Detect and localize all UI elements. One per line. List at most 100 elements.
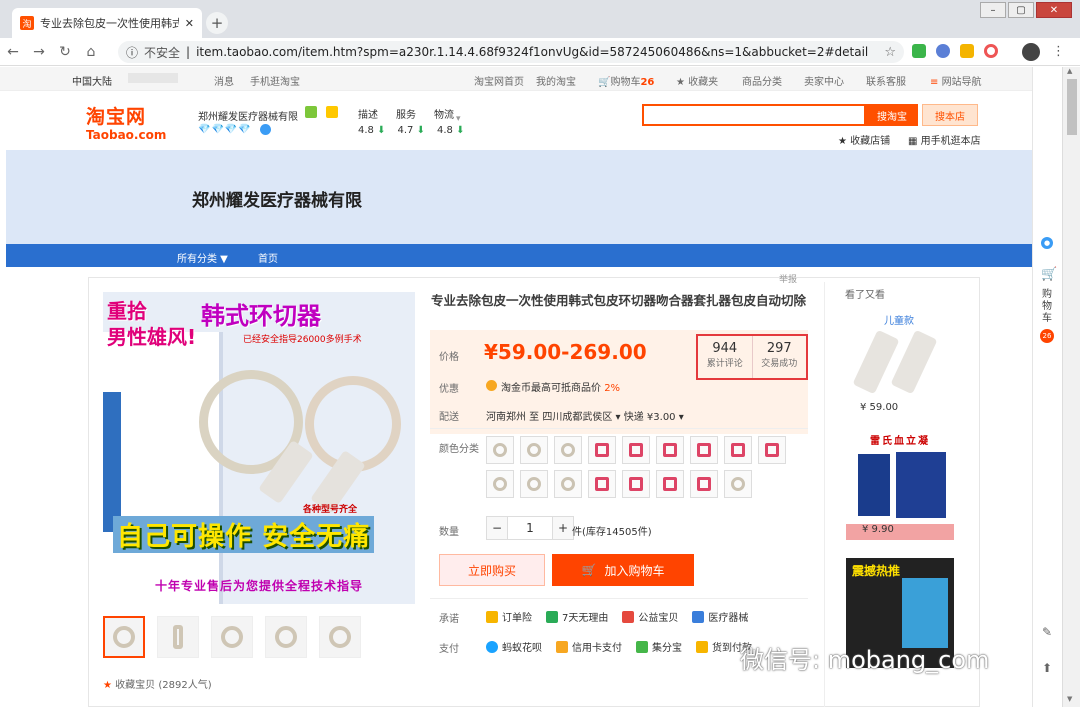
color-option[interactable]: [724, 470, 752, 498]
add-to-cart-button[interactable]: 🛒 加入购物车: [552, 554, 694, 586]
qty-minus-button[interactable]: −: [486, 516, 508, 540]
color-option[interactable]: [656, 470, 684, 498]
report-link[interactable]: 举报: [779, 272, 797, 285]
pay-item[interactable]: 信用卡支付: [556, 639, 622, 654]
scroll-up-icon[interactable]: ▲: [1067, 67, 1072, 75]
product-title: 专业去除包皮一次性使用韩式包皮环切器吻合器套扎器包皮自动切除: [431, 293, 807, 308]
mobile-taobao-link[interactable]: 手机逛淘宝: [250, 73, 300, 88]
arrow-down-icon: ⬇: [456, 125, 465, 136]
tab-title: 专业去除包皮一次性使用韩式包皮: [40, 17, 179, 30]
url-input[interactable]: ⓘ 不安全 | item.taobao.com/item.htm?spm=a23…: [118, 41, 904, 63]
thumbnail-item[interactable]: [103, 616, 145, 658]
taobao-home-link[interactable]: 淘宝网首页: [474, 73, 524, 88]
color-option[interactable]: [554, 470, 582, 498]
close-window-button[interactable]: ✕: [1036, 2, 1072, 18]
favorites-link[interactable]: ★ 收藏夹: [676, 73, 718, 88]
extension-send-icon[interactable]: [936, 44, 950, 58]
region-selector[interactable]: 中国大陆: [72, 73, 112, 88]
promise-item[interactable]: 医疗器械: [692, 609, 748, 624]
promise-item[interactable]: 7天无理由: [546, 609, 608, 624]
page-scrollbar[interactable]: ▲ ▼: [1062, 67, 1080, 707]
color-option[interactable]: [622, 436, 650, 464]
reviews-stat[interactable]: 944 累计评论: [698, 336, 752, 378]
shop-banner: 郑州耀发医疗器械有限: [6, 150, 1032, 244]
mobile-shop-link[interactable]: ▦ 用手机逛本店: [908, 132, 981, 147]
star-icon: ★: [103, 680, 112, 691]
shop-name[interactable]: 郑州耀发医疗器械有限: [198, 108, 298, 123]
cart-icon[interactable]: 🛒: [1041, 267, 1057, 282]
qty-input[interactable]: 1: [508, 516, 552, 540]
huabei-icon: [486, 640, 498, 653]
buy-now-button[interactable]: 立即购买: [439, 554, 545, 586]
close-tab-icon[interactable]: ✕: [185, 17, 194, 30]
new-tab-button[interactable]: +: [206, 12, 228, 34]
qty-label: 数量: [439, 527, 459, 538]
scroll-thumb[interactable]: [1067, 79, 1077, 135]
color-option[interactable]: [588, 470, 616, 498]
scores-expand-icon[interactable]: ▾: [456, 114, 461, 124]
search-shop-button[interactable]: 搜本店: [922, 104, 978, 126]
shipping-selector[interactable]: 河南郑州 至 四川成都武侯区 ▾ 快递 ¥3.00 ▾: [486, 408, 684, 423]
color-option[interactable]: [724, 436, 752, 464]
home-icon[interactable]: ⌂: [78, 44, 104, 60]
reload-icon[interactable]: ↻: [52, 44, 78, 60]
site-nav-link[interactable]: ≡ 网站导航: [930, 73, 982, 88]
bookmark-star-icon[interactable]: ☆: [884, 45, 896, 60]
qty-plus-button[interactable]: +: [552, 516, 574, 540]
extension-puzzle-icon[interactable]: [960, 44, 974, 58]
color-option[interactable]: [520, 436, 548, 464]
back-icon[interactable]: ←: [0, 44, 26, 60]
main-product-image[interactable]: 重拾 男性雄风! 韩式环切器 已经安全指导26000多例手术 各种型号齐全 自己可…: [103, 292, 415, 604]
categories-link[interactable]: 商品分类: [742, 73, 782, 88]
recommend-item[interactable]: 儿童款 ¥ 59.00: [846, 304, 954, 416]
recommend-item[interactable]: 雷氏血立凝 ¥ 9.90: [846, 432, 954, 540]
promise-item[interactable]: 公益宝贝: [622, 609, 678, 624]
search-taobao-button[interactable]: 搜淘宝: [866, 104, 918, 126]
feedback-pen-icon[interactable]: ✎: [1042, 625, 1052, 639]
color-option[interactable]: [758, 436, 786, 464]
color-option[interactable]: [486, 470, 514, 498]
color-option[interactable]: [588, 436, 616, 464]
thumbnail-item[interactable]: [319, 616, 361, 658]
color-option[interactable]: [690, 436, 718, 464]
shop-home-link[interactable]: 首页: [258, 250, 278, 265]
shop-header: 淘宝网 Taobao.com 郑州耀发医疗器械有限 💎💎💎💎 描述 服务 物流 …: [0, 92, 1032, 150]
toolbar-cart-label[interactable]: 购物车: [1042, 289, 1054, 325]
browser-menu-icon[interactable]: ⋮: [1052, 44, 1065, 59]
fav-item-link[interactable]: ★ 收藏宝贝 (2892人气): [103, 676, 212, 691]
taobao-logo[interactable]: 淘宝网 Taobao.com: [86, 102, 166, 142]
pay-item[interactable]: 蚂蚁花呗: [486, 639, 542, 654]
seller-center-link[interactable]: 卖家中心: [804, 73, 844, 88]
profile-avatar[interactable]: [1022, 43, 1040, 61]
user-icon[interactable]: ●: [1041, 237, 1053, 249]
messages-link[interactable]: 消息: [214, 73, 234, 88]
thumbnail-item[interactable]: [157, 616, 199, 658]
forward-icon[interactable]: →: [26, 44, 52, 60]
image-slogan: 自己可操作 安全无痛: [113, 516, 375, 553]
promise-item[interactable]: 订单险: [486, 609, 532, 624]
color-option[interactable]: [656, 436, 684, 464]
thumbnail-item[interactable]: [265, 616, 307, 658]
all-categories-link[interactable]: 所有分类 ▼: [177, 250, 228, 265]
scroll-down-icon[interactable]: ▼: [1067, 695, 1072, 703]
fav-shop-link[interactable]: ★ 收藏店铺: [838, 132, 890, 147]
info-icon[interactable]: ⓘ: [126, 44, 138, 61]
search-input[interactable]: [642, 104, 866, 126]
back-to-top-icon[interactable]: ⬆: [1042, 661, 1052, 675]
my-taobao-link[interactable]: 我的淘宝: [536, 73, 576, 88]
extension-flag-icon[interactable]: [912, 44, 926, 58]
color-option[interactable]: [690, 470, 718, 498]
color-option[interactable]: [622, 470, 650, 498]
browser-tab[interactable]: 淘 专业去除包皮一次性使用韩式包皮 ✕: [12, 8, 202, 38]
extension-circle-icon[interactable]: [984, 44, 998, 58]
pay-item[interactable]: 集分宝: [636, 639, 682, 654]
maximize-button[interactable]: ▢: [1008, 2, 1034, 18]
color-option[interactable]: [554, 436, 582, 464]
color-option[interactable]: [520, 470, 548, 498]
minimize-button[interactable]: –: [980, 2, 1006, 18]
thumbnail-item[interactable]: [211, 616, 253, 658]
taobao-top-nav: 中国大陆 消息 手机逛淘宝 淘宝网首页 我的淘宝 🛒购物车26 ★ 收藏夹 商品…: [0, 67, 1032, 91]
service-link[interactable]: 联系客服: [866, 73, 906, 88]
cart-link[interactable]: 🛒购物车26: [598, 73, 654, 88]
color-option[interactable]: [486, 436, 514, 464]
